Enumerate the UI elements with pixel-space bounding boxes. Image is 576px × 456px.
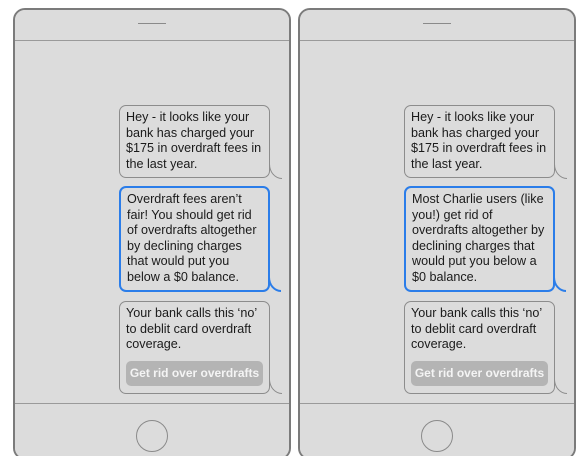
phone-mockup-left: Hey - it looks like your bank has charge…: [13, 8, 291, 456]
phone-bottom-bar: [300, 403, 574, 456]
home-button[interactable]: [421, 420, 453, 452]
home-button[interactable]: [136, 420, 168, 452]
message-text: Your bank calls this ‘no’ to deblit card…: [126, 306, 258, 351]
message-text: Most Charlie users (like you!) get rid o…: [412, 192, 545, 284]
get-rid-of-overdrafts-button[interactable]: Get rid over overdrafts: [126, 360, 263, 386]
message-bubble-fees-summary: Hey - it looks like your bank has charge…: [404, 105, 567, 179]
phone-top-bar: [15, 10, 289, 41]
message-bubble-highlighted: Most Charlie users (like you!) get rid o…: [404, 186, 566, 292]
comparison-stage: Hey - it looks like your bank has charge…: [0, 0, 576, 456]
message-text: Hey - it looks like your bank has charge…: [126, 110, 262, 171]
phone-top-bar: [300, 10, 574, 41]
message-text: Your bank calls this ‘no’ to deblit card…: [411, 306, 543, 351]
speaker-slot: [423, 23, 451, 24]
speaker-slot: [138, 23, 166, 24]
chat-screen[interactable]: Hey - it looks like your bank has charge…: [300, 41, 574, 403]
message-bubble-highlighted: Overdraft fees aren’t fair! You should g…: [119, 186, 281, 292]
phone-bottom-bar: [15, 403, 289, 456]
message-bubble-fees-summary: Hey - it looks like your bank has charge…: [119, 105, 282, 179]
message-bubble-call-to-action: Your bank calls this ‘no’ to deblit card…: [119, 301, 282, 394]
phone-mockup-right: Hey - it looks like your bank has charge…: [298, 8, 576, 456]
message-text: Hey - it looks like your bank has charge…: [411, 110, 547, 171]
chat-screen[interactable]: Hey - it looks like your bank has charge…: [15, 41, 289, 403]
get-rid-of-overdrafts-button[interactable]: Get rid over overdrafts: [411, 360, 548, 386]
message-bubble-call-to-action: Your bank calls this ‘no’ to deblit card…: [404, 301, 567, 394]
message-text: Overdraft fees aren’t fair! You should g…: [127, 192, 257, 284]
